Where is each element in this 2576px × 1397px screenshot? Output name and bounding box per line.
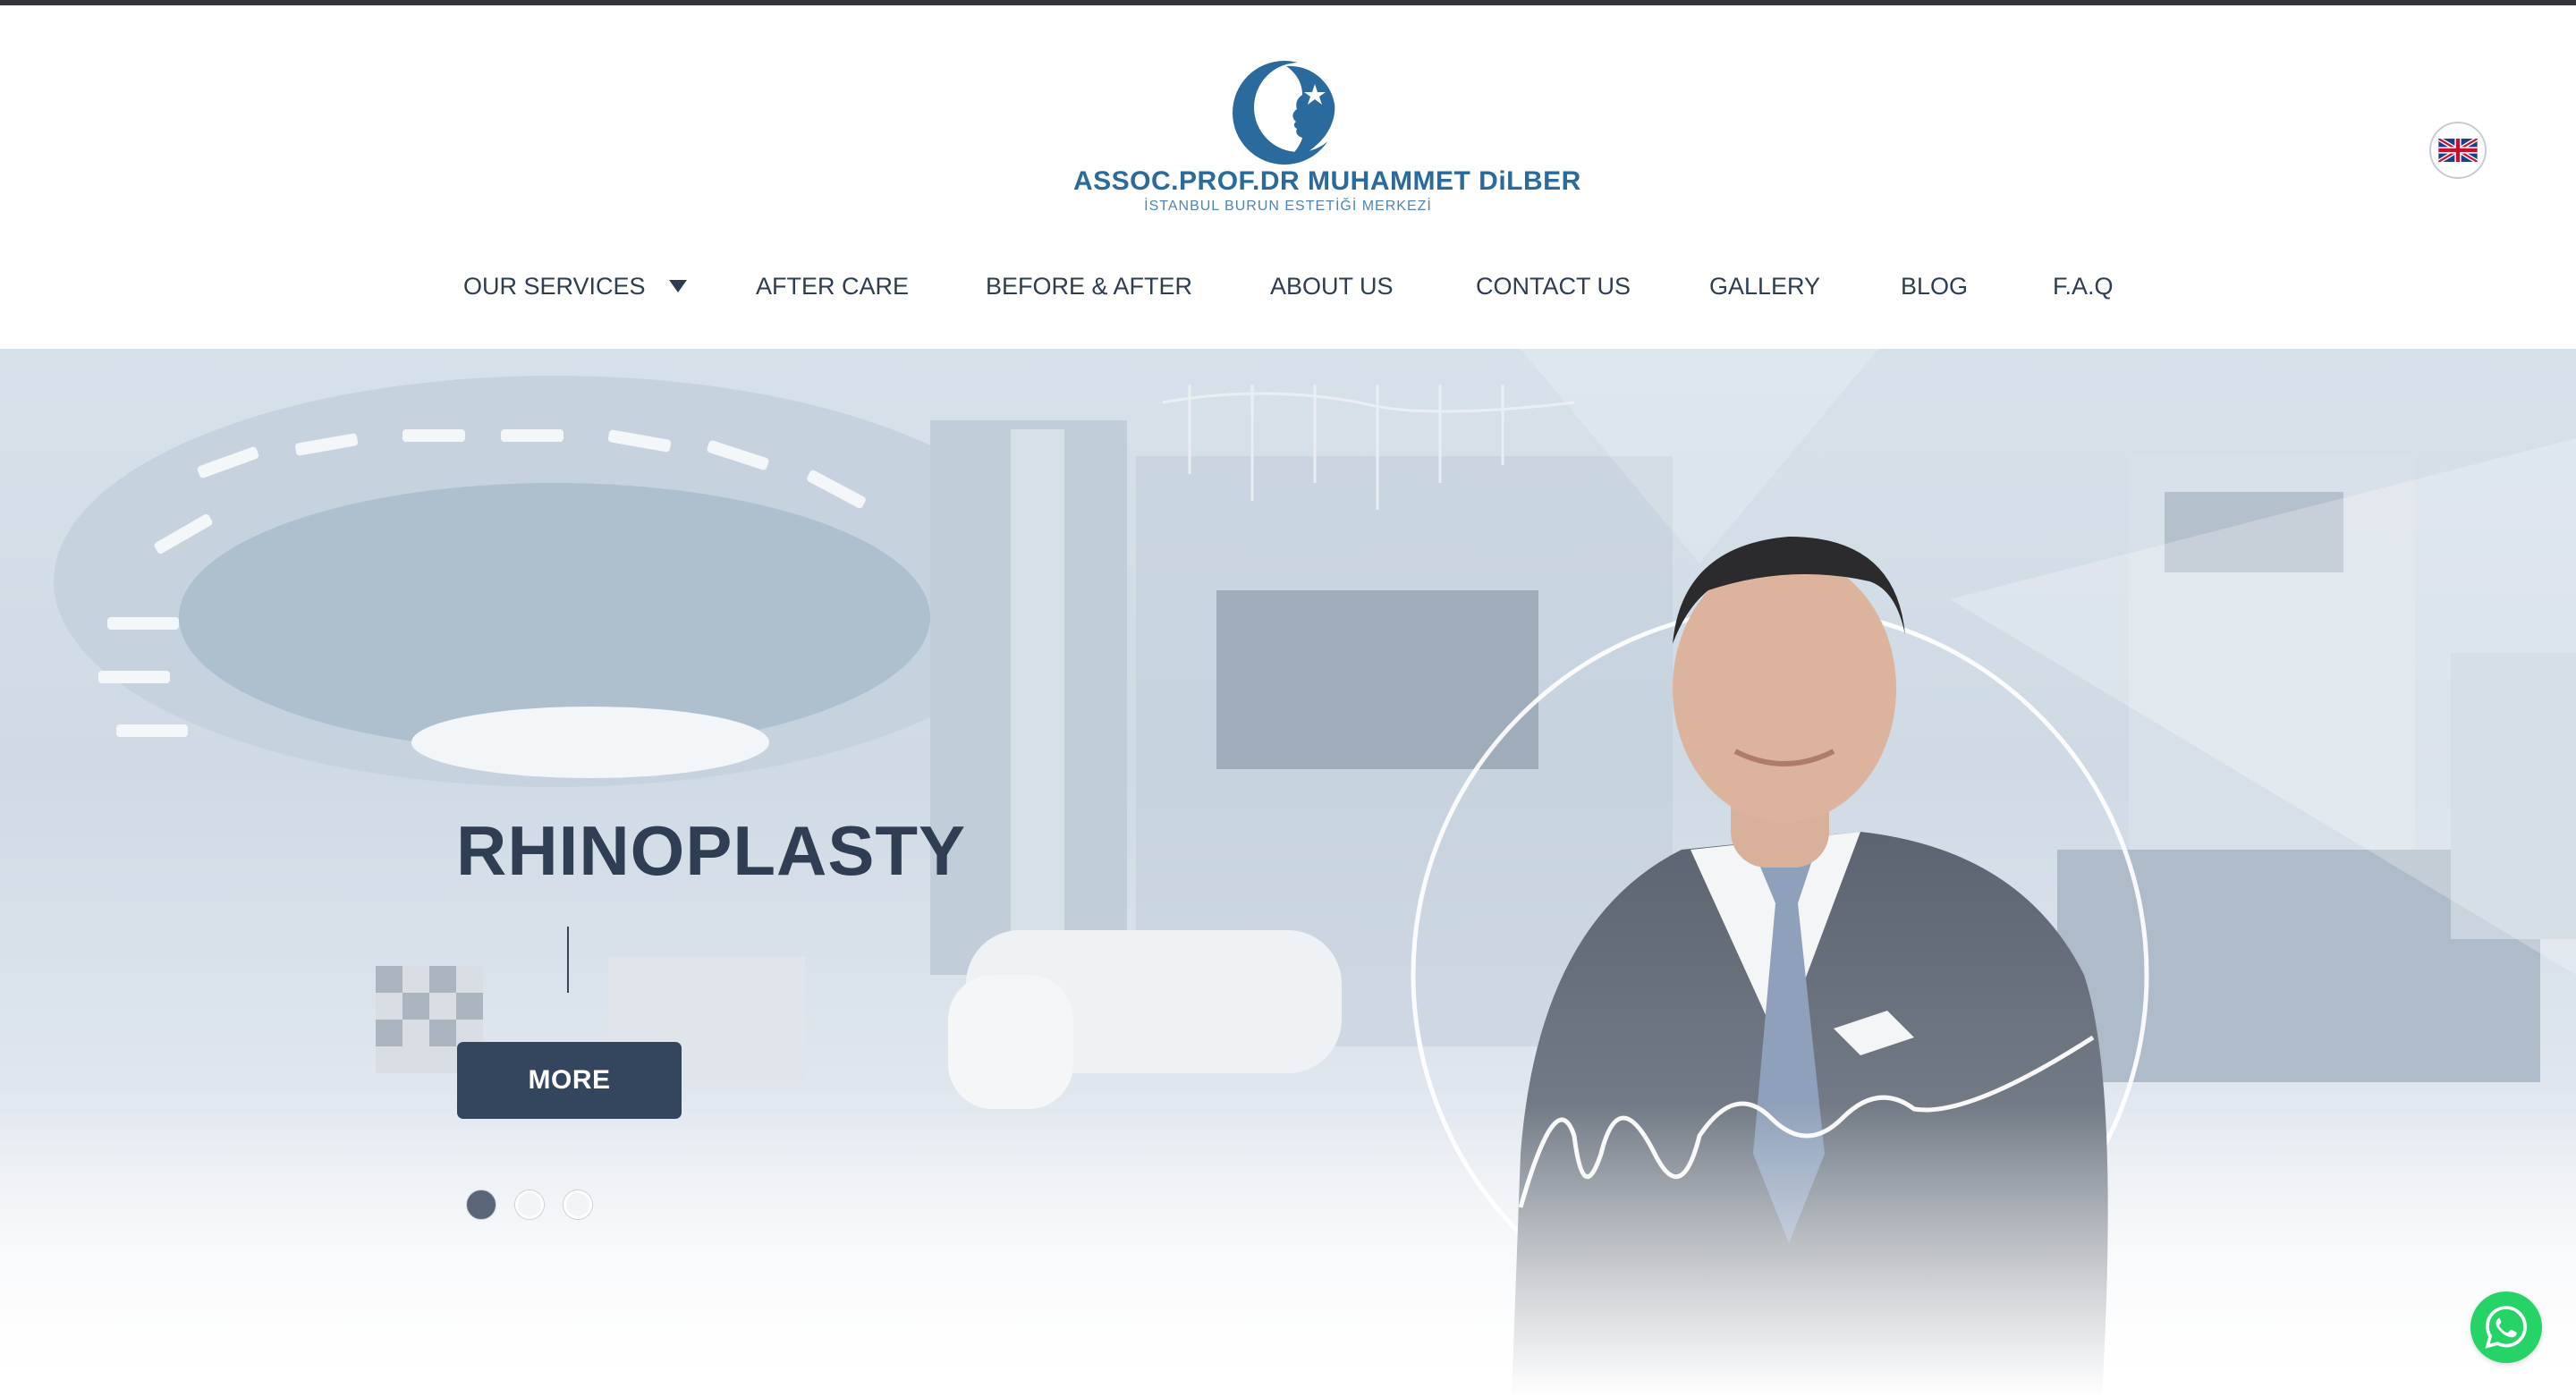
slider-dot-1[interactable]: [467, 1190, 496, 1219]
slider-dot-3[interactable]: [564, 1190, 592, 1219]
main-navigation: OUR SERVICES AFTER CARE BEFORE & AFTER A…: [0, 263, 2576, 309]
hero-title: RHINOPLASTY: [456, 811, 967, 890]
more-button[interactable]: MORE: [457, 1042, 682, 1119]
nav-item-about-us[interactable]: ABOUT US: [1270, 263, 1394, 309]
nav-item-our-services[interactable]: OUR SERVICES: [463, 263, 687, 309]
logo-tagline: İSTANBUL BURUN ESTETİĞİ MERKEZİ: [1144, 199, 1432, 214]
whatsapp-button[interactable]: [2470, 1291, 2542, 1363]
nav-item-faq[interactable]: F.A.Q: [2053, 263, 2114, 309]
hero-slider: RHINOPLASTY MORE: [0, 349, 2576, 1397]
nav-item-contact-us[interactable]: CONTACT US: [1476, 263, 1631, 309]
nav-item-after-care[interactable]: AFTER CARE: [756, 263, 909, 309]
nav-item-gallery[interactable]: GALLERY: [1709, 263, 1820, 309]
logo-crescent-profile-icon: [1233, 61, 1336, 165]
nav-item-label: OUR SERVICES: [463, 273, 646, 300]
caret-down-icon: [668, 279, 687, 292]
logo-brand-name: ASSOC.PROF.DR MUHAMMET DiLBER: [1073, 166, 1581, 196]
nav-item-blog[interactable]: BLOG: [1901, 263, 1968, 309]
site-logo[interactable]: ASSOC.PROF.DR MUHAMMET DiLBER İSTANBUL B…: [1073, 55, 1581, 222]
whatsapp-icon: [2485, 1306, 2527, 1349]
nav-item-before-after[interactable]: BEFORE & AFTER: [986, 263, 1192, 309]
hero-background-image: [0, 349, 2576, 1397]
slider-dot-2[interactable]: [515, 1190, 544, 1219]
language-switcher[interactable]: [2429, 122, 2487, 179]
uk-flag-icon: [2438, 139, 2478, 162]
site-header: ASSOC.PROF.DR MUHAMMET DiLBER İSTANBUL B…: [0, 5, 2576, 349]
hero-text-cursor: [567, 927, 569, 993]
